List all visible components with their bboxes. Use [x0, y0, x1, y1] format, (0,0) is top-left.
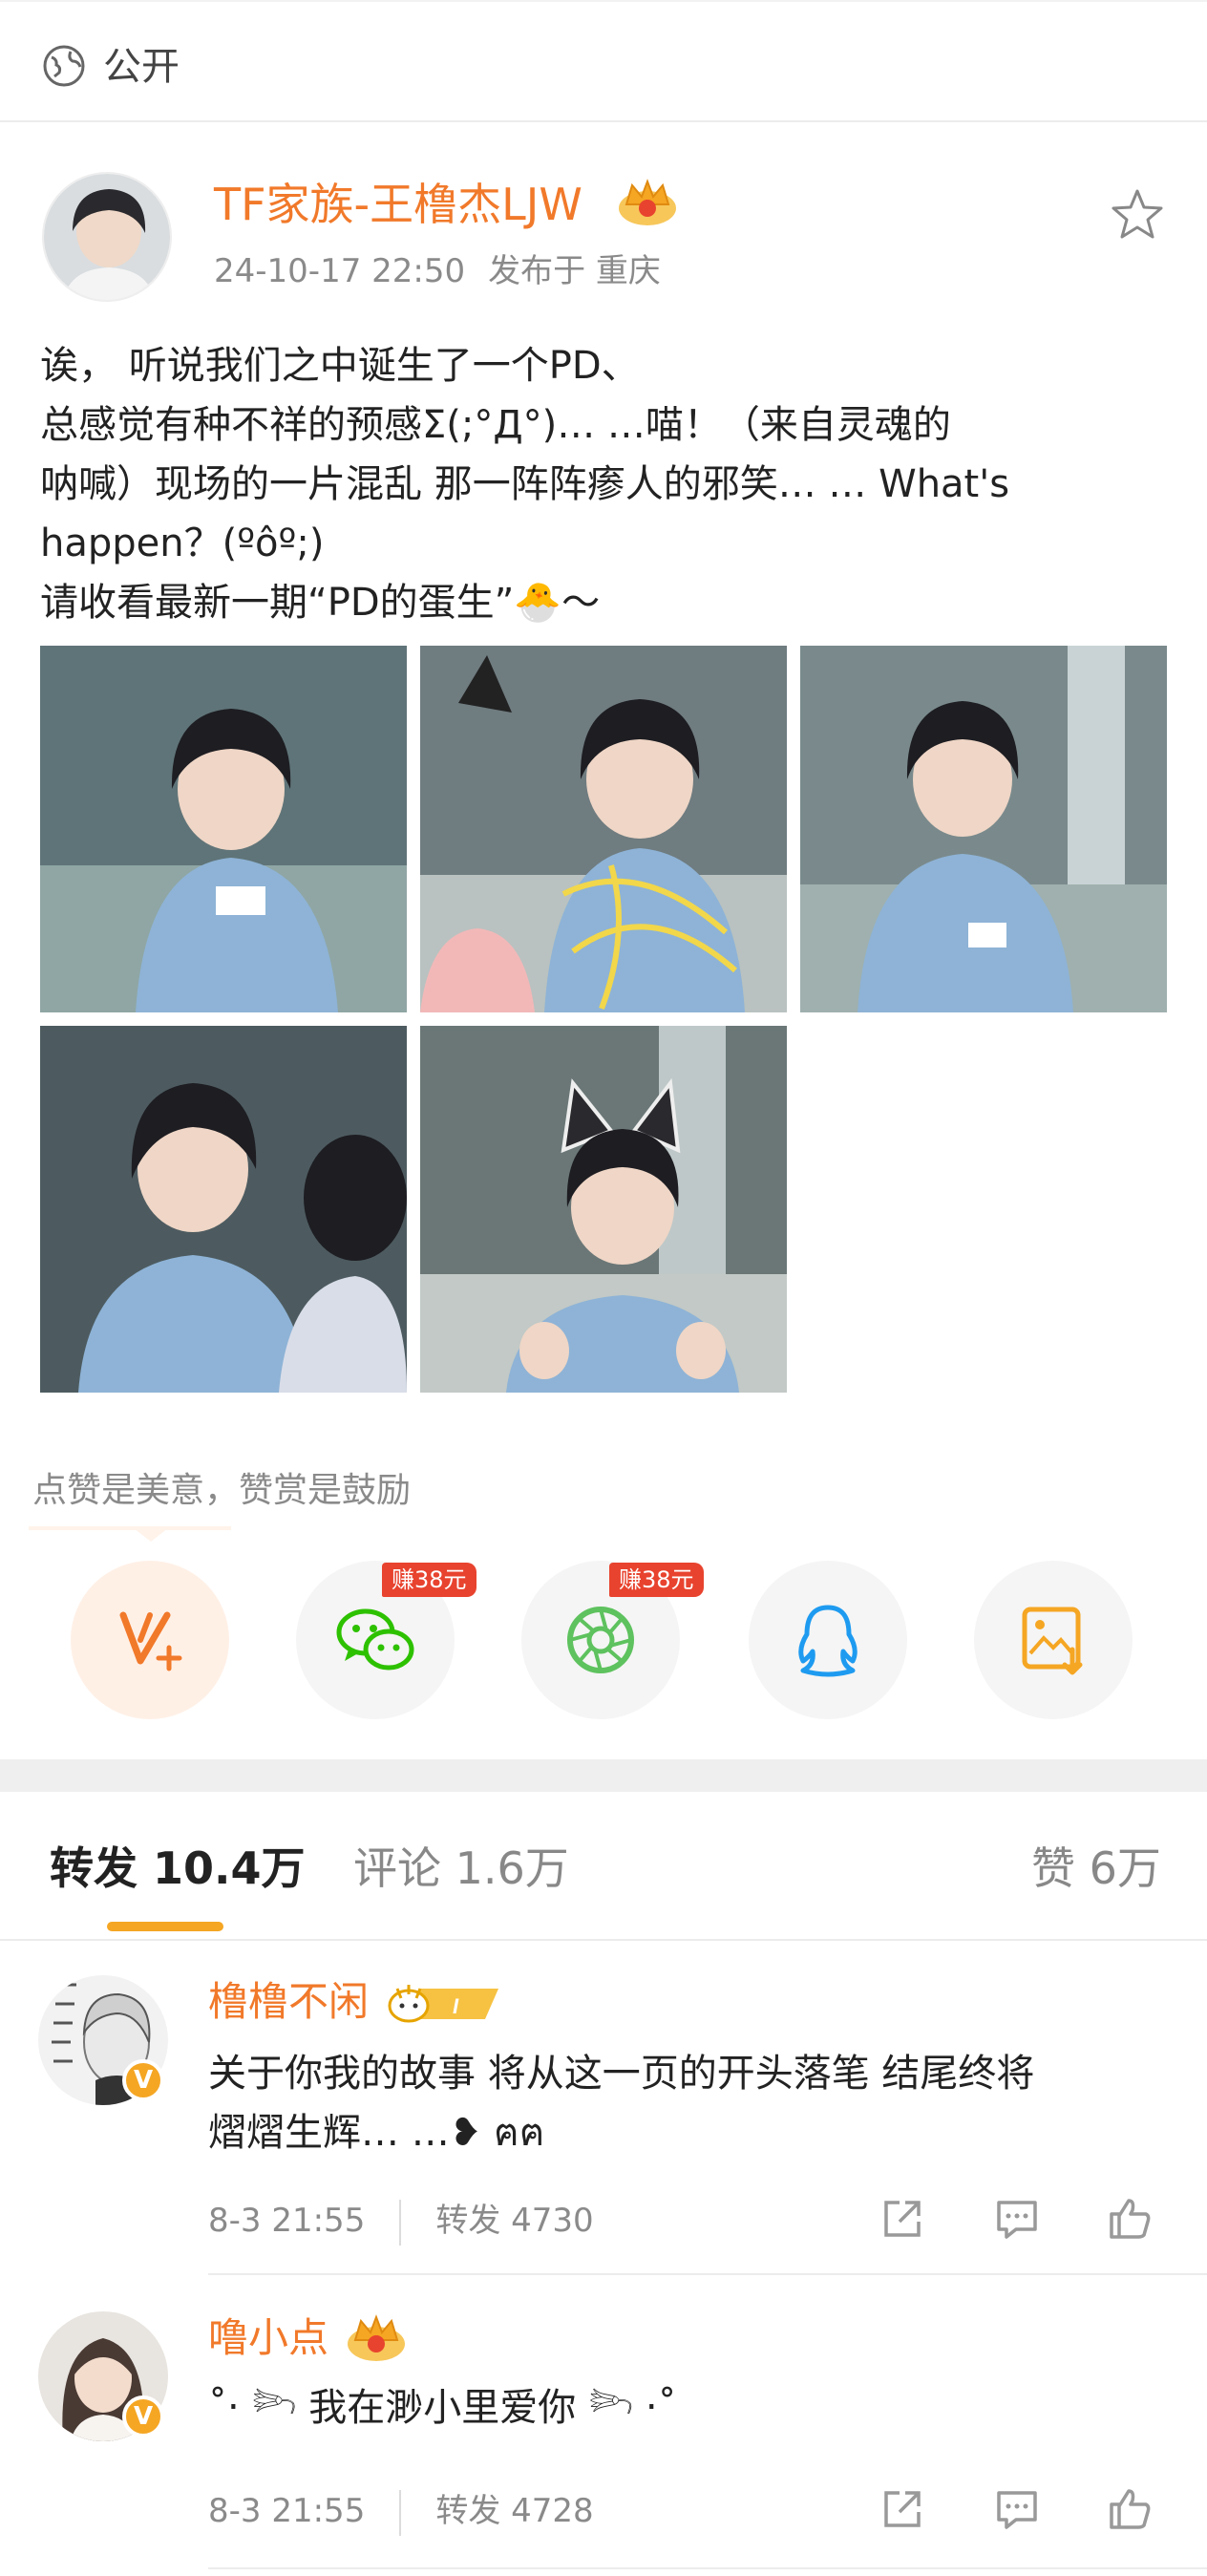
post-text-line: 呐喊）现场的一片混乱 那一阵阵瘆人的邪笑… … What's — [40, 462, 1010, 506]
post-photo-2[interactable] — [420, 646, 787, 1012]
tab-likes[interactable]: 赞 6万 — [1031, 1840, 1161, 1897]
repost-user-name[interactable]: 噜小点 — [208, 2311, 328, 2365]
vip-crown-icon — [619, 179, 676, 225]
verified-badge: V — [122, 2059, 164, 2101]
post-body: 诶， 听说我们之中诞生了一个PD、 总感觉有种不祥的预感Σ(;°Д°)… …喵！… — [40, 336, 1167, 632]
list-divider — [208, 2273, 1207, 2275]
fan-level-badge-icon: I — [388, 1985, 498, 2023]
post-photo-4[interactable] — [40, 1026, 407, 1393]
weibo-v-plus-icon — [119, 1611, 182, 1671]
post-photo-3[interactable] — [800, 646, 1167, 1012]
thumbs-up-icon[interactable] — [1106, 2485, 1154, 2533]
share-out-icon[interactable] — [879, 2485, 926, 2533]
tab-reposts[interactable]: 转发 10.4万 — [50, 1840, 306, 1897]
post-text-line: 总感觉有种不祥的预感Σ(;°Д°)… …喵！（来自灵魂的 — [40, 403, 951, 447]
share-out-icon[interactable] — [879, 2195, 926, 2243]
tab-reposts-label: 转发 — [50, 1842, 138, 1894]
tab-likes-count: 6万 — [1089, 1842, 1161, 1894]
repost-footer: 8-3 21:55 转发 4728 — [208, 2489, 594, 2536]
post-photo-1[interactable] — [40, 646, 407, 1012]
vip-crown-icon — [348, 2314, 405, 2361]
qq-share-button[interactable] — [749, 1561, 907, 1719]
qq-icon — [798, 1605, 858, 1677]
verified-badge: V — [122, 2395, 164, 2438]
interaction-tabs: 转发 10.4万 评论 1.6万 赞 6万 — [0, 1792, 1207, 1941]
list-divider — [208, 2567, 1207, 2569]
post-photo-5[interactable] — [420, 1026, 787, 1393]
reward-tip-arrow — [134, 1528, 168, 1542]
comment-icon[interactable] — [993, 2485, 1041, 2533]
tab-reposts-count: 10.4万 — [153, 1842, 306, 1894]
active-tab-indicator — [107, 1922, 223, 1931]
earn-badge: 赚38元 — [609, 1563, 704, 1597]
save-image-icon — [1022, 1607, 1083, 1675]
wechat-icon — [336, 1608, 414, 1671]
footer-divider — [399, 2489, 402, 2536]
post-time: 24-10-17 22:50 — [214, 252, 466, 290]
globe-icon — [43, 45, 85, 87]
repost-text: 关于你我的故事 将从这一页的开头落笔 结尾终将 熠熠生辉… …❥ ฅฅ — [208, 2044, 1163, 2162]
repost-user-name[interactable]: 橹橹不闲 — [208, 1975, 369, 2029]
visibility-bar: 公开 — [0, 0, 1207, 122]
tab-likes-label: 赞 — [1031, 1842, 1075, 1894]
repost-time: 8-3 21:55 — [208, 2492, 366, 2530]
post-text-line: happen？(ºôº;) — [40, 522, 325, 565]
tab-comments-count: 1.6万 — [455, 1842, 569, 1894]
svg-text:I: I — [453, 1994, 459, 2018]
moments-icon — [567, 1607, 634, 1673]
thumbs-up-icon[interactable] — [1106, 2195, 1154, 2243]
post-location: 发布于 重庆 — [488, 252, 661, 290]
earn-badge: 赚38元 — [382, 1563, 476, 1597]
repost-time: 8-3 21:55 — [208, 2202, 366, 2240]
tab-comments-label: 评论 — [353, 1842, 441, 1894]
post-text-line: 诶， 听说我们之中诞生了一个PD、 — [40, 344, 640, 388]
repost-count[interactable]: 转发 4730 — [435, 2202, 593, 2240]
star-icon[interactable] — [1108, 185, 1167, 245]
save-image-button[interactable] — [974, 1561, 1133, 1719]
repost-text-line: 熠熠生辉… …❥ ฅฅ — [208, 2111, 545, 2155]
reward-tip: 点赞是美意，赞赏是鼓励 — [32, 1471, 412, 1510]
repost-text-line: ˚‧ 𓆸 我在渺小里爱你 𓆸 ‧˚ — [208, 2386, 677, 2430]
footer-divider — [399, 2199, 402, 2246]
reward-tip-underline — [29, 1526, 231, 1530]
post-text-line: 请收看最新一期“PD的蛋生”🐣～ — [40, 581, 601, 625]
repost-text: ˚‧ 𓆸 我在渺小里爱你 𓆸 ‧˚ — [208, 2378, 1163, 2438]
author-name[interactable]: TF家族-王橹杰LJW — [214, 176, 582, 233]
visibility-label: 公开 — [103, 45, 180, 89]
weibo-v-plus-button[interactable] — [71, 1561, 229, 1719]
repost-text-line: 关于你我的故事 将从这一页的开头落笔 结尾终将 — [208, 2052, 1035, 2096]
tab-comments[interactable]: 评论 1.6万 — [353, 1840, 569, 1897]
repost-footer: 8-3 21:55 转发 4730 — [208, 2199, 594, 2246]
author-avatar[interactable] — [42, 172, 172, 302]
repost-count[interactable]: 转发 4728 — [435, 2492, 593, 2530]
section-gap — [0, 1759, 1207, 1792]
post-meta: 24-10-17 22:50 发布于 重庆 — [214, 248, 661, 294]
comment-icon[interactable] — [993, 2195, 1041, 2243]
post-header: TF家族-王橹杰LJW 24-10-17 22:50 发布于 重庆 — [0, 122, 1207, 313]
